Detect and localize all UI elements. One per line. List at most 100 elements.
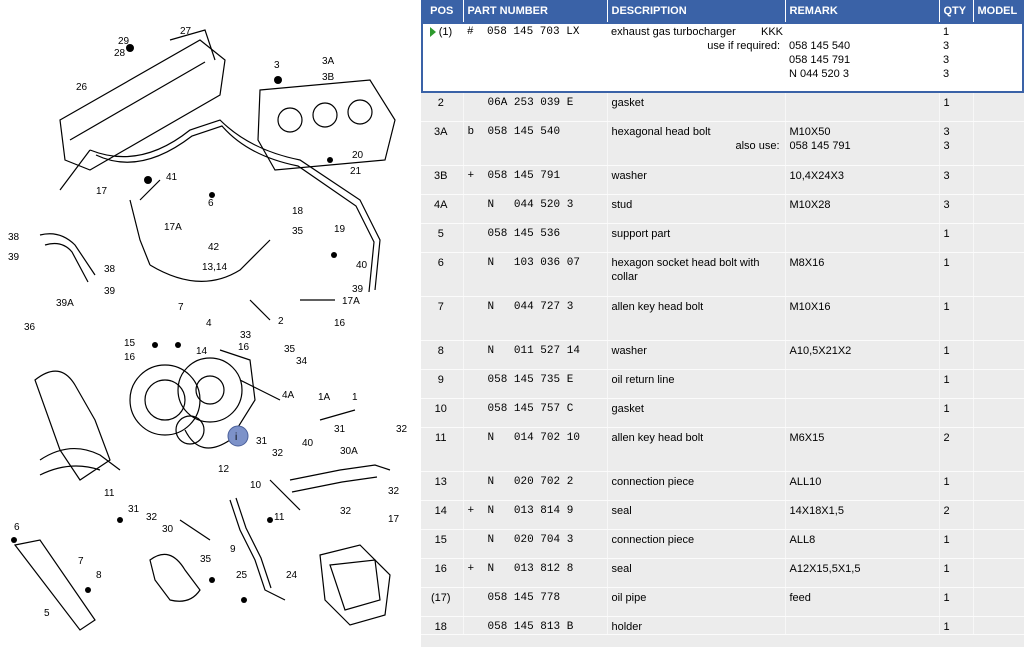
callout-label[interactable]: 18: [292, 206, 304, 217]
callout-label[interactable]: 39: [8, 252, 20, 263]
callout-label[interactable]: 1: [352, 392, 358, 403]
table-row[interactable]: 18 058 145 813 B holder 1: [421, 616, 1024, 635]
callout-label[interactable]: 30: [162, 524, 174, 535]
callout-label[interactable]: 36: [24, 322, 36, 333]
callout-label[interactable]: 32: [146, 512, 158, 523]
callout-label[interactable]: 31: [334, 424, 346, 435]
column-header-description[interactable]: DESCRIPTION: [607, 0, 786, 22]
callout-label[interactable]: 29: [118, 36, 130, 47]
callout-label[interactable]: 33: [240, 330, 252, 341]
callout-label[interactable]: 35: [200, 554, 212, 565]
callout-label[interactable]: 3: [274, 60, 280, 71]
callout-label[interactable]: 28: [114, 48, 126, 59]
callout-label[interactable]: 39A: [56, 298, 74, 309]
callout-label[interactable]: 7: [178, 302, 184, 313]
callout-label[interactable]: 6: [208, 198, 214, 209]
table-row-selected[interactable]: (1) #058 145 703 LX KKK exhaust gas turboch…: [421, 22, 1024, 93]
table-row[interactable]: (17) 058 145 778 oil pipe feed 1: [421, 587, 1024, 617]
callout-label[interactable]: 16: [238, 342, 250, 353]
column-header-qty[interactable]: QTY: [939, 0, 974, 22]
callout-label[interactable]: 19: [334, 224, 346, 235]
callout-label[interactable]: 1A: [318, 392, 331, 403]
callout-label[interactable]: 32: [272, 448, 284, 459]
table-row[interactable]: 7 N 044 727 3 allen key head bolt M10X16 1: [421, 296, 1024, 341]
callout-label[interactable]: 15: [124, 338, 136, 349]
table-row[interactable]: 10 058 145 757 C gasket 1: [421, 398, 1024, 428]
callout-label[interactable]: 32: [396, 424, 408, 435]
table-row[interactable]: 3B +058 145 791 washer 10,4X24X3 3: [421, 165, 1024, 195]
callout-label[interactable]: 31: [128, 504, 140, 515]
callout-label[interactable]: 32: [340, 506, 352, 517]
callout-label[interactable]: 30A: [340, 446, 358, 457]
table-row[interactable]: 6 N 103 036 07 hexagon socket head bolt wi…: [421, 252, 1024, 297]
callout-label[interactable]: 3A: [322, 56, 335, 67]
description-value: washer: [611, 345, 647, 357]
callout-label[interactable]: 24: [286, 570, 298, 581]
table-row[interactable]: 2 06A 253 039 E gasket 1: [421, 93, 1024, 122]
callout-label[interactable]: 2: [278, 316, 284, 327]
callout-label[interactable]: 35: [284, 344, 296, 355]
callout-label[interactable]: 38: [104, 264, 116, 275]
table-row[interactable]: 3A b 058 145 540 hexagonal head bolt also us…: [421, 121, 1024, 166]
table-row[interactable]: 14 + N 013 814 9 seal 14X18X1,5 2: [421, 500, 1024, 530]
callout-label[interactable]: 8: [96, 570, 102, 581]
remark-value: feed: [789, 592, 811, 604]
callout-label[interactable]: 21: [350, 166, 362, 177]
callout-label[interactable]: 17A: [164, 222, 182, 233]
callout-label[interactable]: 25: [236, 570, 248, 581]
callout-label[interactable]: 26: [76, 82, 88, 93]
callout-label[interactable]: 17A: [342, 296, 360, 307]
callout-label[interactable]: 3B: [322, 72, 335, 83]
table-row[interactable]: 15 N 020 704 3 connection piece ALL8 1: [421, 529, 1024, 559]
callout-label[interactable]: 10: [250, 480, 262, 491]
callout-label[interactable]: 38: [8, 232, 20, 243]
column-header-model[interactable]: MODEL: [973, 0, 1024, 22]
callout-label[interactable]: 42: [208, 242, 220, 253]
callout-label[interactable]: 32: [388, 486, 400, 497]
table-row[interactable]: 13 N 020 702 2 connection piece ALL10 1: [421, 471, 1024, 501]
callout-label[interactable]: 39: [352, 284, 364, 295]
callout-label[interactable]: 7: [78, 556, 84, 567]
callout-label[interactable]: 34: [296, 356, 308, 367]
callout-label[interactable]: 5: [44, 608, 50, 619]
callout-label[interactable]: 11: [274, 512, 285, 523]
callout-label[interactable]: 31: [256, 436, 268, 447]
column-header-part-number[interactable]: PART NUMBER: [463, 0, 608, 22]
callout-label[interactable]: 4A: [282, 390, 295, 401]
callout-label[interactable]: 17: [388, 514, 400, 525]
callout-label[interactable]: 11: [104, 488, 115, 499]
callout-label[interactable]: 17: [96, 186, 108, 197]
qty-value: 3: [943, 40, 950, 52]
pos-value: 11: [435, 432, 447, 444]
table-row[interactable]: 9 058 145 735 E oil return line 1: [421, 369, 1024, 399]
callout-label[interactable]: 16: [124, 352, 136, 363]
play-arrow-icon: [429, 27, 436, 38]
cell-qty: 1: [939, 398, 974, 428]
column-header-pos[interactable]: POS: [421, 0, 464, 22]
callout-label[interactable]: 35: [292, 226, 304, 237]
callout-label[interactable]: 39: [104, 286, 116, 297]
callout-label[interactable]: 16: [334, 318, 346, 329]
pos-value: 5: [437, 228, 444, 240]
callout-label[interactable]: 40: [302, 438, 314, 449]
callout-label[interactable]: 9: [230, 544, 236, 555]
table-row[interactable]: 16 + N 013 812 8 seal A12X15,5X1,5 1: [421, 558, 1024, 588]
table-row[interactable]: 11 N 014 702 10 allen key head bolt M6X15 2: [421, 427, 1024, 472]
selected-part-marker[interactable]: [227, 425, 249, 447]
callout-label[interactable]: 13,14: [202, 262, 227, 273]
table-row[interactable]: 8 N 011 527 14 washer A10,5X21X2 1: [421, 340, 1024, 370]
callout-label[interactable]: 14: [196, 346, 208, 357]
callout-label[interactable]: 20: [352, 150, 364, 161]
callout-label[interactable]: 12: [218, 464, 230, 475]
table-row[interactable]: 5 058 145 536 support part 1: [421, 223, 1024, 253]
cell-remark: ALL8: [785, 529, 940, 559]
callout-label[interactable]: 4: [206, 318, 212, 329]
callout-label[interactable]: 27: [180, 26, 192, 37]
callout-label[interactable]: 6: [14, 522, 20, 533]
callout-label[interactable]: 40: [356, 260, 368, 271]
callout-label[interactable]: 41: [166, 172, 178, 183]
column-header-remark[interactable]: REMARK: [785, 0, 940, 22]
table-row[interactable]: 4A N 044 520 3 stud M10X28 3: [421, 194, 1024, 224]
qty-value: 3: [943, 199, 950, 211]
remark-value: M10X28: [789, 199, 831, 211]
